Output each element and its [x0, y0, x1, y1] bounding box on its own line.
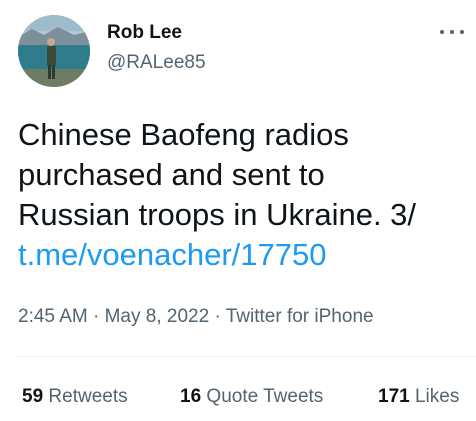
tweet-text: Chinese Baofeng radios purchased and sen… [18, 115, 470, 275]
tweet-meta: 2:45 AM · May 8, 2022 · Twitter for iPho… [18, 306, 374, 328]
tweet-text-line: Chinese Baofeng radios [18, 117, 349, 152]
tweet-link[interactable]: t.me/voenacher/17750 [18, 237, 327, 272]
divider [18, 356, 476, 357]
retweets-label: Retweets [48, 386, 128, 407]
quote-tweets-stat[interactable]: 16 Quote Tweets [180, 386, 323, 408]
tweet-source[interactable]: Twitter for iPhone [226, 306, 374, 327]
avatar[interactable] [18, 15, 90, 87]
likes-label: Likes [414, 386, 460, 407]
quote-tweets-count: 16 [180, 386, 202, 407]
tweet-text-line: purchased and sent to [18, 157, 325, 192]
author-handle[interactable]: @RALee85 [107, 52, 206, 74]
more-options-icon [440, 30, 464, 34]
author-name[interactable]: Rob Lee [107, 22, 182, 44]
more-options-button[interactable] [437, 20, 467, 44]
likes-count: 171 [378, 386, 410, 407]
retweets-stat[interactable]: 59 Retweets [22, 386, 128, 408]
quote-tweets-label: Quote Tweets [206, 386, 324, 407]
meta-separator: · [214, 306, 221, 327]
tweet: Rob Lee @RALee85 Chinese Baofeng radios … [0, 0, 476, 421]
tweet-date[interactable]: May 8, 2022 [105, 306, 210, 327]
likes-stat[interactable]: 171 Likes [378, 386, 459, 408]
retweets-count: 59 [22, 386, 44, 407]
avatar-photo-icon [18, 15, 90, 87]
meta-separator: · [93, 306, 100, 327]
tweet-text-line: Russian troops in Ukraine. 3/ [18, 197, 417, 232]
tweet-time[interactable]: 2:45 AM [18, 306, 88, 327]
